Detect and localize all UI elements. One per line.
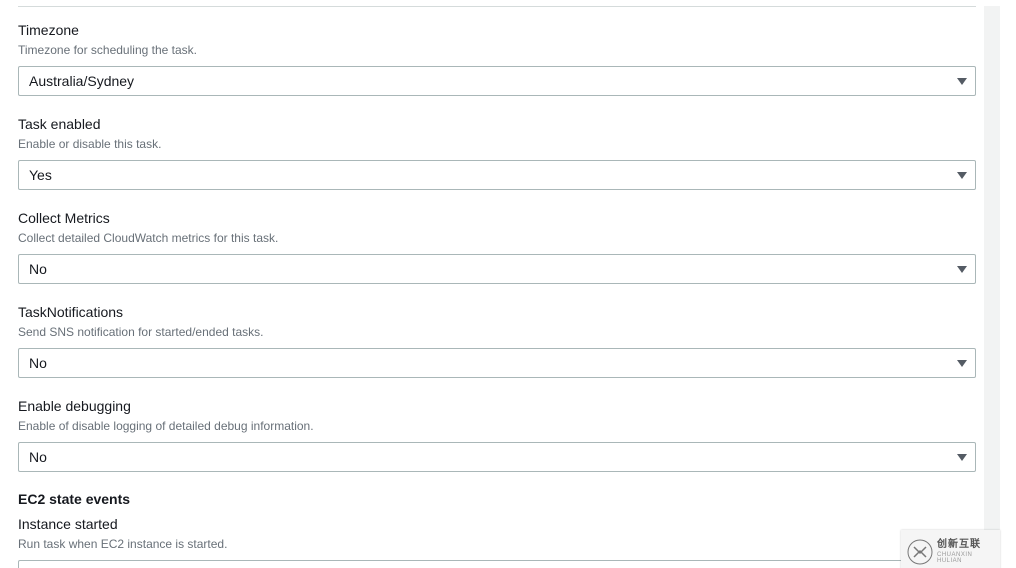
select-value: No (29, 261, 47, 277)
field-label: Enable debugging (18, 397, 980, 416)
right-gutter (984, 6, 1000, 531)
instance-started-select[interactable]: No (18, 560, 976, 568)
enable-debugging-select[interactable]: No (18, 442, 976, 472)
form-content: Timezone Timezone for scheduling the tas… (0, 6, 1000, 568)
chevron-down-icon (957, 172, 967, 179)
form-group-timezone: Timezone Timezone for scheduling the tas… (18, 21, 980, 96)
page-root: Timezone Timezone for scheduling the tas… (0, 6, 1000, 568)
chevron-down-icon (957, 360, 967, 367)
form-group-enable-debugging: Enable debugging Enable of disable loggi… (18, 397, 980, 472)
field-label: TaskNotifications (18, 303, 980, 322)
divider (18, 6, 976, 7)
field-description: Timezone for scheduling the task. (18, 42, 980, 58)
field-description: Send SNS notification for started/ended … (18, 324, 980, 340)
chevron-down-icon (957, 454, 967, 461)
timezone-select[interactable]: Australia/Sydney (18, 66, 976, 96)
form-group-task-enabled: Task enabled Enable or disable this task… (18, 115, 980, 190)
field-description: Enable of disable logging of detailed de… (18, 418, 980, 434)
field-label: Instance started (18, 515, 980, 534)
field-description: Collect detailed CloudWatch metrics for … (18, 230, 980, 246)
field-label: Timezone (18, 21, 980, 40)
chevron-down-icon (957, 266, 967, 273)
field-label: Task enabled (18, 115, 980, 134)
task-notifications-select[interactable]: No (18, 348, 976, 378)
select-value: Yes (29, 167, 52, 183)
form-group-task-notifications: TaskNotifications Send SNS notification … (18, 303, 980, 378)
field-description: Run task when EC2 instance is started. (18, 536, 980, 552)
section-title-ec2-state-events: EC2 state events (18, 491, 980, 507)
field-description: Enable or disable this task. (18, 136, 980, 152)
watermark-logo-icon (907, 538, 933, 566)
field-label: Collect Metrics (18, 209, 980, 228)
chevron-down-icon (957, 78, 967, 85)
select-value: Australia/Sydney (29, 73, 134, 89)
select-value: No (29, 449, 47, 465)
form-group-instance-started: Instance started Run task when EC2 insta… (18, 515, 980, 568)
watermark-text: 创新互联 CHUANXIN HULIAN (937, 540, 994, 564)
form-group-collect-metrics: Collect Metrics Collect detailed CloudWa… (18, 209, 980, 284)
watermark-badge: 创新互联 CHUANXIN HULIAN (901, 530, 1000, 568)
watermark-line1: 创新互联 (937, 540, 994, 550)
watermark-line2: CHUANXIN HULIAN (937, 552, 994, 564)
select-value: No (29, 355, 47, 371)
task-enabled-select[interactable]: Yes (18, 160, 976, 190)
collect-metrics-select[interactable]: No (18, 254, 976, 284)
